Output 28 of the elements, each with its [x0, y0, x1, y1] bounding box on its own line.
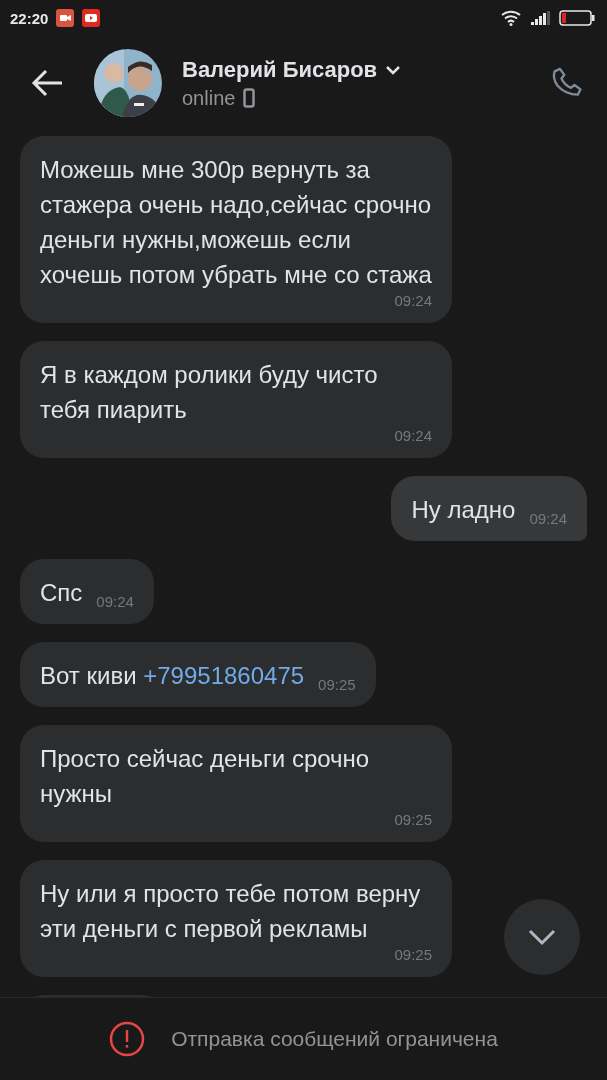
message-text: Можешь мне 300р вернуть за стажера очень надо,сейчас срочно деньги нужны,можешь если хочешь потом убрать мне со стажа [40, 155, 432, 290]
message-text: Спс [40, 578, 83, 608]
youtube-app-icon [82, 9, 101, 27]
message-text: Просто сейчас деньги срочно нужны [40, 744, 371, 809]
message-time: 09:24 [394, 427, 432, 444]
message-text: Ну или я просто тебе потом верну эти деньги с первой рекламы [40, 879, 422, 944]
phone-link[interactable]: +79951860475 [143, 662, 305, 689]
online-status: online [182, 86, 236, 110]
message-time: 09:24 [394, 292, 432, 309]
message-text: Ну ладно [411, 495, 516, 525]
battery-icon [559, 10, 595, 26]
video-app-icon [56, 9, 75, 27]
message-time: 09:24 [529, 510, 567, 527]
warning-icon [109, 1021, 146, 1057]
chevron-down-icon [527, 928, 557, 946]
wifi-icon [501, 10, 523, 26]
message-text: Вот киви +79951860475 [40, 661, 305, 691]
restriction-notice: Отправка сообщений ограничена [171, 1027, 498, 1051]
message-time: 09:24 [96, 593, 134, 610]
message-text: Я в каждом ролики буду чисто тебя пиарить [40, 360, 379, 425]
message-time: 09:25 [394, 811, 432, 828]
contact-name[interactable]: Валерий Бисаров [182, 56, 378, 83]
status-time: 22:20 [10, 9, 49, 27]
chevron-down-icon[interactable] [385, 64, 402, 75]
phone-device-icon [243, 88, 256, 108]
message-time: 09:25 [318, 676, 356, 693]
signal-icon [531, 11, 551, 25]
message-time: 09:25 [394, 946, 432, 963]
